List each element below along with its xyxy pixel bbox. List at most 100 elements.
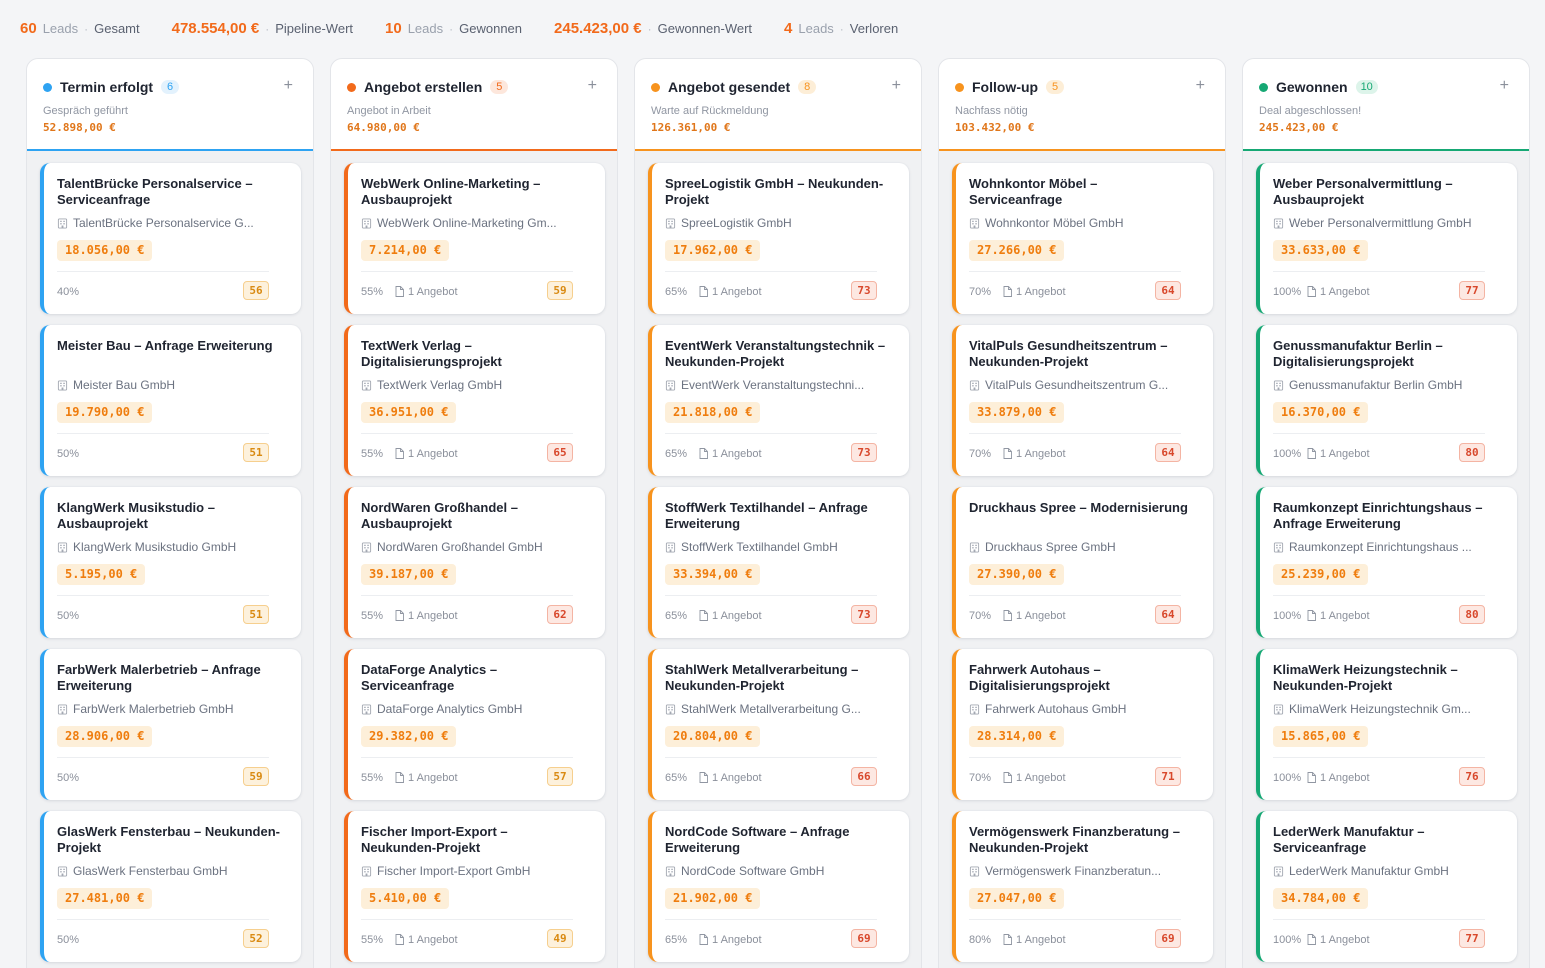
lead-title: Wohnkontor Möbel – Serviceanfrage [969,176,1098,207]
lead-company: Wohnkontor Möbel GmbH [969,216,1194,230]
stat-label: Gewonnen-Wert [657,20,753,36]
lead-card[interactable]: TalentBrücke Personalservice – Servicean… [40,163,301,314]
lead-amount: 28.906,00 € [57,726,153,747]
lead-card[interactable]: Meister Bau – Anfrage Erweiterung Meister… [40,325,301,476]
lead-card[interactable]: KlimaWerk Heizungstechnik – Neukunden-Pr… [1256,649,1517,800]
add-lead-button[interactable]: + [588,77,597,95]
probability: 50% [57,933,80,946]
column-header: Follow-up 5 + Nachfass nötig 103.432,00 € [939,59,1225,151]
card-footer: 70% 1 Angebot [969,606,1181,625]
card-divider [1273,433,1485,434]
lead-card[interactable]: SpreeLogistik GmbH – Neukunden-Projekt Sp… [648,163,909,314]
lead-title: StoffWerk Textilhandel – Anfrage Erweite… [665,500,868,531]
lead-card[interactable]: Wohnkontor Möbel – Serviceanfrage Wohnkon… [952,163,1213,314]
building-icon [969,217,980,229]
company-name: Wohnkontor Möbel GmbH [985,216,1124,230]
card-footer: 80% 1 Angebot [969,930,1181,949]
lead-card[interactable]: StoffWerk Textilhandel – Anfrage Erweite… [648,487,909,638]
lead-card[interactable]: Vermögenswerk Finanzberatung – Neukunden… [952,811,1213,962]
lead-card[interactable]: LederWerk Manufaktur – Serviceanfrage Led… [1256,811,1517,962]
lead-card[interactable]: EventWerk Veranstaltungstechnik – Neukun… [648,325,909,476]
document-icon [1003,610,1012,621]
lead-card[interactable]: Genussmanufaktur Berlin – Digitalisierun… [1256,325,1517,476]
status-dot-icon [1259,82,1268,92]
add-lead-button[interactable]: + [284,77,293,95]
lead-title: TextWerk Verlag – Digitalisierungsprojek… [361,338,502,369]
lead-card[interactable]: Fischer Import-Export – Neukunden-Projek… [344,811,605,962]
lead-score-badge: 64 [1155,605,1181,624]
lead-card[interactable]: FarbWerk Malerbetrieb – Anfrage Erweiter… [40,649,301,800]
lead-amount: 5.195,00 € [57,564,146,585]
stat-label: Gewonnen [459,20,523,36]
stat-unit: Leads [798,20,834,36]
lead-card[interactable]: VitalPuls Gesundheitszentrum – Neukunden… [952,325,1213,476]
lead-card[interactable]: GlasWerk Fensterbau – Neukunden-Projekt G… [40,811,301,962]
lead-company: StahlWerk Metallverarbeitung G... [665,702,890,716]
building-icon [361,865,372,877]
add-lead-button[interactable]: + [1500,77,1509,95]
stat-won-value: 245.423,00 € · Gewonnen-Wert [554,20,752,37]
lead-title: TalentBrücke Personalservice – Servicean… [57,176,253,207]
lead-card[interactable]: KlangWerk Musikstudio – Ausbauprojekt Kla… [40,487,301,638]
column-gewonnen: Gewonnen 10 + Deal abgeschlossen! 245.423,00… [1242,58,1530,968]
lead-card[interactable]: Druckhaus Spree – Modernisierung Druckhau… [952,487,1213,638]
lead-card[interactable]: NordWaren Großhandel – Ausbauprojekt Nord… [344,487,605,638]
lead-card[interactable]: StahlWerk Metallverarbeitung – Neukunden… [648,649,909,800]
building-icon [665,217,676,229]
lead-amount: 15.865,00 € [1273,726,1369,747]
card-footer: 65% 1 Angebot [665,444,877,463]
lead-amount: 33.394,00 € [665,564,761,585]
probability: 65% [665,933,688,946]
lead-title: Weber Personalvermittlung – Ausbauprojek… [1273,176,1453,207]
stat-unit: Leads [42,20,79,36]
probability: 50% [57,447,80,460]
document-icon [1307,448,1316,459]
card-footer: 65% 1 Angebot [665,930,877,949]
lead-card[interactable]: NordCode Software – Anfrage Erweiterung N… [648,811,909,962]
company-name: NordCode Software GmbH [681,864,825,878]
lead-card[interactable]: Raumkonzept Einrichtungshaus – Anfrage E… [1256,487,1517,638]
stat-unit: Leads [407,20,444,36]
stat-won: 10 Leads · Gewonnen [385,20,522,37]
column-title-row: Angebot gesendet 8 [651,79,905,95]
offer-label: 1 Angebot [408,285,458,298]
lead-company: Meister Bau GmbH [57,378,282,392]
building-icon [361,541,372,553]
column-title: Termin erfolgt [60,79,154,95]
company-name: GlasWerk Fensterbau GmbH [73,864,228,878]
lead-card[interactable]: DataForge Analytics – Serviceanfrage Data… [344,649,605,800]
plus-icon: + [1195,77,1205,94]
document-icon [1307,286,1316,297]
lead-amount: 27.266,00 € [969,240,1065,261]
column-title-row: Follow-up 5 [955,79,1209,95]
lead-score-badge: 62 [547,605,573,624]
separator-dot: · [265,21,270,36]
lead-card[interactable]: WebWerk Online-Marketing – Ausbauprojekt… [344,163,605,314]
lead-company: NordWaren Großhandel GmbH [361,540,586,554]
lead-company: Vermögenswerk Finanzberatun... [969,864,1194,878]
lead-card[interactable]: Fahrwerk Autohaus – Digitalisierungsproj… [952,649,1213,800]
offer-count: 1 Angebot [1307,286,1370,298]
lead-card[interactable]: TextWerk Verlag – Digitalisierungsprojek… [344,325,605,476]
offer-count: 1 Angebot [1307,448,1370,460]
card-divider [665,271,877,272]
column-title: Gewonnen [1276,79,1348,95]
lead-score-badge: 77 [1459,281,1485,300]
probability: 55% [361,609,384,622]
card-divider [969,595,1181,596]
add-lead-button[interactable]: + [1196,77,1205,95]
offer-count: 1 Angebot [395,610,458,622]
lead-title: Vermögenswerk Finanzberatung – Neukunden… [969,824,1180,855]
card-footer: 70% 1 Angebot [969,768,1181,787]
lead-card[interactable]: Weber Personalvermittlung – Ausbauprojek… [1256,163,1517,314]
stat-value: 60 [20,19,37,37]
lead-title: GlasWerk Fensterbau – Neukunden-Projekt [57,824,280,855]
column-subtitle: Deal abgeschlossen! [1259,105,1362,117]
column-follow-up: Follow-up 5 + Nachfass nötig 103.432,00 € Woh… [938,58,1226,968]
lead-title: EventWerk Veranstaltungstechnik – Neukun… [665,338,886,369]
lead-title: KlangWerk Musikstudio – Ausbauprojekt [57,500,215,531]
lead-amount: 33.633,00 € [1273,240,1369,261]
company-name: TextWerk Verlag GmbH [377,378,503,392]
offer-count: 1 Angebot [699,934,762,946]
add-lead-button[interactable]: + [892,77,901,95]
